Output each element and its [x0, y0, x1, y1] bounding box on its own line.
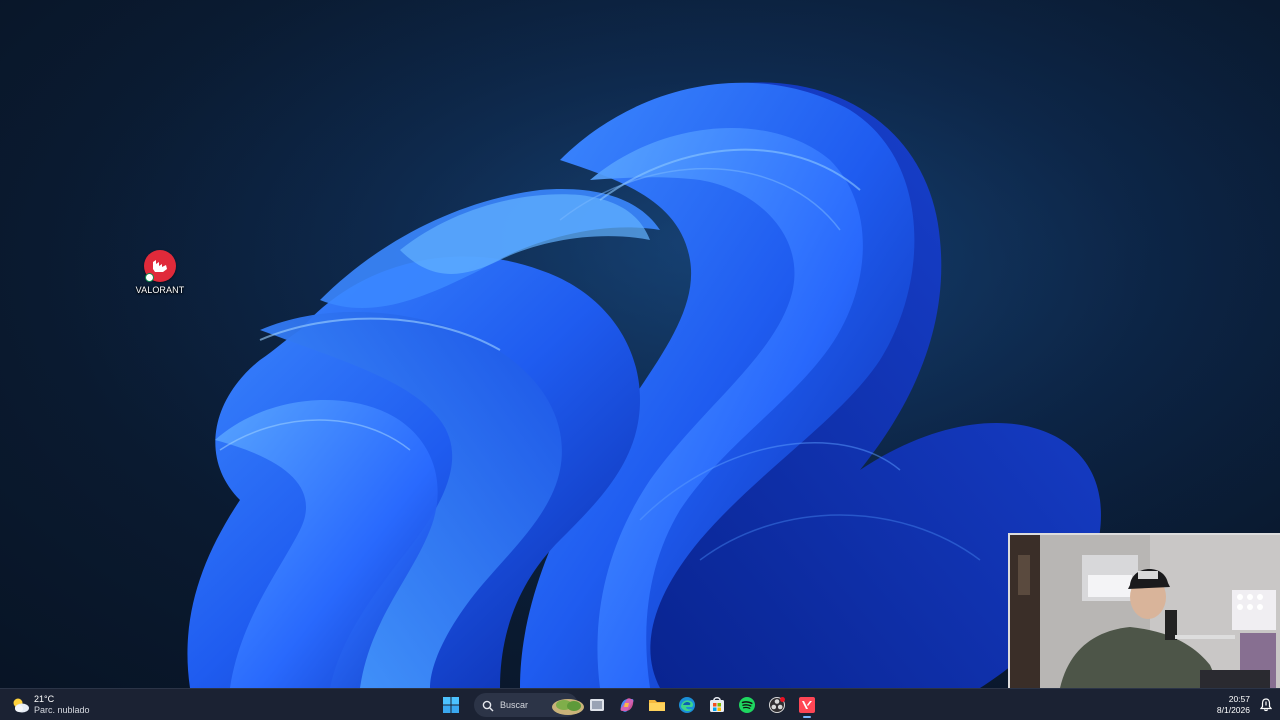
- copilot-button[interactable]: [614, 692, 640, 718]
- desktop-icon-label: VALORANT: [135, 285, 185, 295]
- clock[interactable]: 20:57 8/1/2026: [1217, 694, 1250, 716]
- riot-fist-icon: [144, 250, 176, 282]
- file-explorer-button[interactable]: [644, 692, 670, 718]
- webcam-overlay: [1008, 533, 1280, 688]
- partly-cloudy-icon: [10, 696, 30, 714]
- edge-icon: [679, 697, 695, 713]
- weather-widget[interactable]: 21°C Parc. nublado: [10, 692, 90, 718]
- task-view-icon: [590, 699, 604, 711]
- valorant-icon: [799, 697, 815, 713]
- system-tray: 20:57 8/1/2026: [1217, 692, 1273, 718]
- shortcut-overlay-icon: [145, 273, 154, 282]
- task-view-button[interactable]: [584, 692, 610, 718]
- obs-icon: [769, 697, 785, 713]
- store-icon: [710, 697, 724, 712]
- obs-button[interactable]: [764, 692, 790, 718]
- copilot-icon: [620, 698, 634, 712]
- desktop-icon-valorant[interactable]: VALORANT: [132, 250, 188, 300]
- spotify-button[interactable]: [734, 692, 760, 718]
- microsoft-store-button[interactable]: [704, 692, 730, 718]
- clock-date: 8/1/2026: [1216, 705, 1250, 715]
- taskbar: 21°C Parc. nublado Buscar 20:57 8/1/2026: [0, 688, 1280, 720]
- weather-temperature: 21°C: [34, 694, 55, 704]
- windows-start-icon: [443, 697, 459, 713]
- edge-button[interactable]: [674, 692, 700, 718]
- search-highlight-icon: [552, 699, 584, 715]
- notification-bell-icon[interactable]: [1259, 698, 1273, 712]
- valorant-button[interactable]: [794, 692, 820, 718]
- spotify-icon: [739, 697, 755, 713]
- start-button[interactable]: [438, 692, 464, 718]
- search-icon: [482, 699, 494, 712]
- search-input[interactable]: Buscar: [474, 693, 584, 717]
- folder-icon: [649, 700, 665, 711]
- weather-condition: Parc. nublado: [34, 705, 90, 715]
- search-placeholder: Buscar: [500, 700, 529, 710]
- desktop[interactable]: VALORANT: [0, 0, 1280, 688]
- taskbar-center: Buscar: [436, 691, 822, 719]
- clock-time: 20:57: [1228, 694, 1250, 704]
- active-indicator: [803, 716, 811, 718]
- webcam-feed-image: [1010, 535, 1280, 688]
